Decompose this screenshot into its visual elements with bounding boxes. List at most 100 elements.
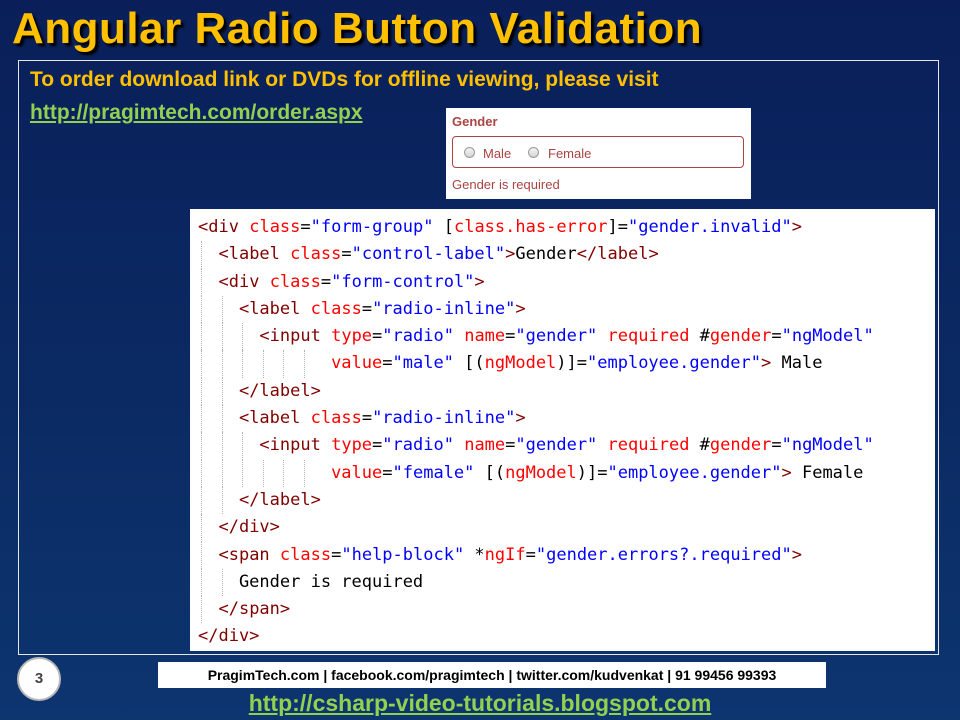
code-token: >: [761, 353, 772, 374]
code-token: Male: [771, 353, 823, 374]
indent-guide: [221, 295, 223, 324]
code-token: </div>: [218, 517, 280, 538]
code-line: Gender is required: [190, 568, 935, 597]
indent-guide: [221, 350, 223, 378]
code-token: value: [331, 353, 383, 374]
code-token: =: [771, 435, 782, 456]
indent-guide: [303, 350, 305, 378]
code-token: Gender is required: [198, 571, 424, 592]
code-line: </span>: [190, 596, 935, 624]
code-token: <label: [238, 408, 301, 429]
code-token: "control-label": [351, 244, 506, 265]
code-line: <div class="form-group" [class.has-error…: [190, 214, 935, 241]
indent-guide: [262, 459, 264, 487]
code-token: >: [474, 271, 485, 292]
code-token: <div: [218, 271, 260, 292]
code-token: =: [525, 544, 536, 565]
code-line: <div class="form-control">: [190, 268, 935, 296]
code-token: #: [689, 326, 710, 347]
code-token: =: [320, 271, 332, 292]
code-token: "gender.invalid": [627, 217, 792, 237]
code-token: <label: [238, 298, 301, 319]
code-token: >: [791, 217, 802, 237]
code-token: =: [505, 435, 516, 456]
code-token: </label>: [238, 489, 321, 510]
code-token: Gender: [515, 244, 577, 265]
code-token: class: [310, 298, 362, 319]
order-link[interactable]: http://pragimtech.com/order.aspx: [30, 101, 363, 125]
code-token: class: [279, 544, 332, 565]
indent-guide: [242, 323, 243, 351]
code-token: "gender": [515, 326, 598, 347]
indent-guide: [262, 350, 264, 378]
code-token: gender: [709, 326, 772, 347]
indent-guide: [221, 459, 223, 487]
indent-guide: [201, 241, 202, 269]
code-token: "radio": [382, 435, 454, 456]
code-token: =: [382, 353, 393, 374]
code-token: "male": [392, 353, 454, 374]
slide-title: Angular Radio Button Validation: [12, 4, 703, 53]
code-token: >: [515, 298, 526, 319]
indent-guide: [201, 541, 202, 569]
code-token: >: [505, 244, 516, 265]
code-token: value: [331, 462, 383, 483]
indent-guide: [221, 486, 223, 515]
code-token: </label>: [576, 244, 659, 265]
code-line: </div>: [190, 514, 935, 542]
code-token: ]=: [607, 217, 628, 237]
code-token: =: [361, 298, 373, 319]
code-token: <input: [259, 435, 321, 456]
code-token: =: [331, 544, 342, 565]
indent-guide: [221, 405, 223, 433]
code-line: </label>: [190, 377, 935, 406]
code-token: type: [331, 326, 373, 347]
code-token: "gender.errors?.required": [535, 544, 792, 565]
code-token: type: [331, 435, 373, 456]
code-token: <label: [218, 244, 280, 265]
code-line: value="male" [(ngModel)]="employee.gende…: [190, 350, 935, 378]
footer-blog-link[interactable]: http://csharp-video-tutorials.blogspot.c…: [0, 690, 960, 717]
indent-guide: [201, 350, 202, 378]
code-token: <span: [218, 544, 270, 565]
indent-guide: [221, 432, 223, 460]
indent-guide: [201, 514, 202, 542]
code-line: <label class="radio-inline">: [190, 405, 935, 433]
code-token: class: [269, 271, 321, 292]
indent-guide: [201, 268, 202, 296]
female-radio[interactable]: [528, 147, 539, 158]
code-token: =: [505, 326, 516, 347]
indent-guide: [221, 377, 223, 406]
code-snippet: <div class="form-group" [class.has-error…: [190, 209, 935, 651]
male-radio[interactable]: [464, 147, 475, 158]
code-token: [(: [453, 353, 485, 374]
indent-guide: [201, 405, 202, 433]
code-token: class: [290, 244, 342, 265]
code-token: class: [249, 217, 301, 237]
code-token: ngModel: [505, 462, 577, 483]
female-radio-label: Female: [548, 146, 592, 161]
code-token: </div>: [198, 626, 260, 647]
indent-guide: [201, 486, 202, 515]
code-token: =: [300, 217, 311, 237]
code-line: </div>: [190, 623, 935, 650]
indent-guide: [242, 459, 243, 487]
code-token: =: [341, 244, 352, 265]
code-token: <input: [259, 326, 321, 347]
code-token: )]=: [556, 353, 588, 374]
code-line: </label>: [190, 486, 935, 515]
footer-contact-bar: PragimTech.com | facebook.com/pragimtech…: [158, 662, 826, 688]
code-token: Female: [791, 462, 864, 483]
